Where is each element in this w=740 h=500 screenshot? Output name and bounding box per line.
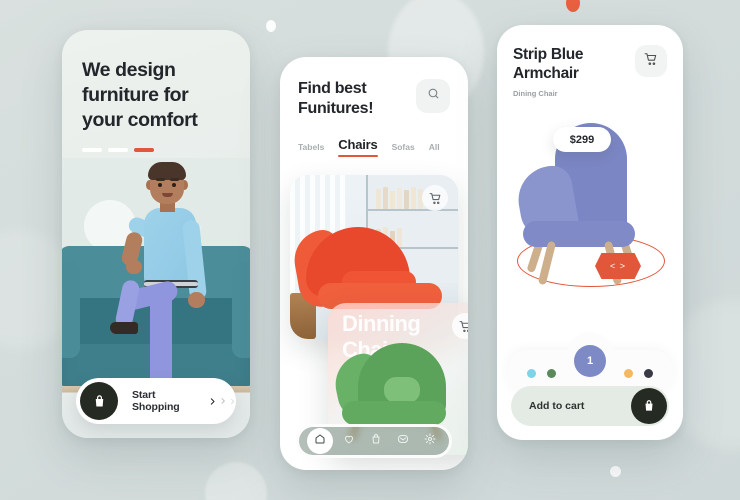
phone-screen-product-detail: Strip Blue Armchair Dining Chair $299 < … [497,25,683,440]
tab-chairs[interactable]: Chairs [338,137,378,157]
onboarding-header: We design furniture for your comfort [62,30,250,152]
character-eye-right [172,183,176,187]
color-swatch-orange[interactable] [624,368,634,378]
shelf-books-top [376,187,423,209]
character-arm-right [181,219,208,301]
home-icon [314,432,326,450]
color-swatch-green[interactable] [546,368,556,378]
green-chair-cushion [384,377,420,403]
cart-icon [644,52,658,71]
sofa-arm-left [62,262,80,358]
shelf-divider-1 [368,209,458,211]
start-shopping-label: Start Shopping [132,389,180,413]
cart-icon[interactable] [422,185,448,211]
tab-all[interactable]: All [429,142,440,157]
character-eyebrow-left [156,178,165,181]
browse-header: Find best Funitures! [280,57,468,119]
character-hand-right [188,292,205,308]
color-swatch-selected[interactable]: 1 [567,332,613,390]
start-shopping-button[interactable]: Start Shopping [76,378,236,424]
sofa-arm-right [232,262,250,358]
chevron-right-icon [208,396,236,407]
cart-button[interactable] [635,45,667,77]
nav-item-messages[interactable] [392,430,414,452]
bag-icon [370,432,382,450]
slider-dash-2[interactable] [108,148,128,152]
tab-sofas[interactable]: Sofas [392,142,415,157]
bottom-navigation-bar[interactable] [296,424,452,458]
character-hand-left [126,260,142,274]
slider-dash-1[interactable] [82,148,102,152]
price-badge: $299 [553,127,611,152]
search-button[interactable] [416,79,450,113]
category-tabs[interactable]: Tabels Chairs Sofas All [280,119,468,157]
product-options-panel: 1 Add to cart [497,328,683,440]
decor-dot-white-bottom [610,466,621,477]
tab-tabels[interactable]: Tabels [298,142,324,157]
add-to-cart-label: Add to cart [529,400,585,412]
page-title: Strip Blue Armchair [513,46,584,82]
color-swatch-dark[interactable] [644,368,654,378]
carousel-nav-label: < > [609,261,626,271]
nav-item-favorites[interactable] [338,430,360,452]
carousel-nav-badge[interactable]: < > [595,253,641,279]
color-swatch-selected-label: 1 [574,345,606,377]
product-header: Strip Blue Armchair Dining Chair [497,25,683,98]
page-title: Find best Funitures! [298,80,374,117]
nav-item-home[interactable] [306,428,333,454]
mail-icon [397,432,409,450]
character-hair [148,162,186,180]
green-chair-seat [342,401,446,425]
gear-icon [424,432,436,450]
cart-icon[interactable] [452,313,468,339]
slider-indicator[interactable] [82,148,230,152]
page-title: We design furniture for your comfort [82,59,198,131]
product-subtitle: Dining Chair [513,89,558,98]
heart-icon [343,432,355,450]
color-swatch-cyan[interactable] [526,368,536,378]
blue-chair-seat [523,221,635,247]
character-illustration [110,162,224,394]
phone-screen-browse: Find best Funitures! Tabels Chairs Sofas… [280,57,468,470]
decor-dot-white-top [266,20,276,32]
phone-screen-onboarding: We design furniture for your comfort Sta… [62,30,250,438]
character-eye-left [158,183,162,187]
add-to-cart-button[interactable]: Add to cart [511,386,669,426]
product-title-group: Strip Blue Armchair Dining Chair [513,45,584,98]
character-shoe-crossed [110,322,138,334]
slider-dash-3-active[interactable] [134,148,154,152]
shopping-bag-icon [631,388,667,424]
product-image-stage: $299 < > [497,117,683,335]
nav-item-settings[interactable] [419,430,441,452]
decor-dot-orange [566,0,580,12]
shopping-bag-icon [80,382,118,420]
nav-item-bag[interactable] [365,430,387,452]
search-icon [427,87,440,105]
character-eyebrow-right [170,178,179,181]
decor-circle-bottom-left [205,462,267,500]
